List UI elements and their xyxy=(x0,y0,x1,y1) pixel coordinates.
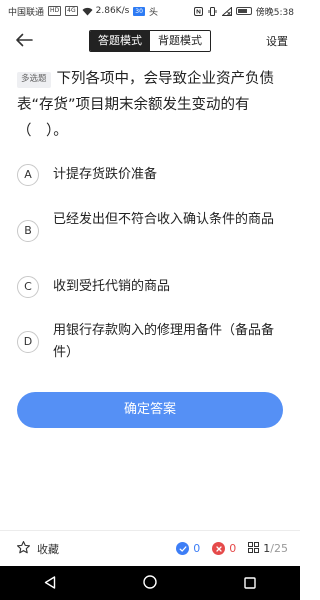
square-recents-icon xyxy=(244,574,256,593)
wifi-icon xyxy=(82,7,93,16)
mode-switch: 答题模式 背题模式 xyxy=(89,30,211,52)
wrong-stat: 0 xyxy=(212,542,236,555)
status-left: 中国联通 HD 4G 2.86K/s 30 头 xyxy=(8,5,158,18)
system-recents-button[interactable] xyxy=(230,566,270,600)
nav-bar: 答题模式 背题模式 设置 xyxy=(0,24,300,58)
question-type-badge: 多选题 xyxy=(17,72,51,88)
option-text: 已经发出但不符合收入确认条件的商品 xyxy=(53,212,275,227)
settings-button[interactable]: 设置 xyxy=(266,33,288,49)
network-speed: 2.86K/s xyxy=(95,6,130,16)
back-button[interactable] xyxy=(12,30,36,52)
total-questions: /25 xyxy=(270,542,288,555)
option-text: 用银行存款购入的修理用备件（备品备件） xyxy=(53,323,275,360)
system-navigation-bar xyxy=(0,566,300,600)
answer-stats: 0 0 1/25 xyxy=(176,541,288,556)
notification-icon: 头 xyxy=(148,7,158,18)
option-letter: B xyxy=(17,220,39,242)
app-notification-icon: 30 xyxy=(133,6,145,16)
circle-home-icon xyxy=(143,574,157,593)
triangle-back-icon xyxy=(44,574,56,593)
confirm-answer-button[interactable]: 确定答案 xyxy=(17,392,283,428)
signal-off-icon xyxy=(221,6,232,16)
system-back-button[interactable] xyxy=(30,566,70,600)
tab-answer-mode[interactable]: 答题模式 xyxy=(90,31,150,51)
question-progress[interactable]: 1/25 xyxy=(248,541,288,556)
vibrate-icon xyxy=(208,6,218,16)
clock: 傍晚5:38 xyxy=(255,7,294,18)
back-arrow-icon xyxy=(15,32,33,51)
question-text: 下列各项中，会导致企业资产负债表“存货”项目期末余额发生变动的有（ ）。 xyxy=(17,71,275,139)
quiz-screen: 中国联通 HD 4G 2.86K/s 30 头 傍晚5:38 答题模式 背题模式… xyxy=(0,0,300,600)
correct-count: 0 xyxy=(193,542,201,555)
tab-memorize-mode[interactable]: 背题模式 xyxy=(150,31,210,51)
option-text: 计提存货跌价准备 xyxy=(53,167,158,182)
grid-icon xyxy=(248,541,260,556)
option-c[interactable]: C 收到受托代销的商品 xyxy=(17,276,287,298)
nfc-icon xyxy=(193,6,204,16)
status-right: 傍晚5:38 xyxy=(193,5,294,18)
carrier-name: 中国联通 xyxy=(8,7,45,18)
favorite-button[interactable]: 收藏 xyxy=(16,540,59,558)
option-b[interactable]: B 已经发出但不符合收入确认条件的商品 xyxy=(17,209,287,242)
question: 多选题 下列各项中，会导致企业资产负债表“存货”项目期末余额发生变动的有（ ）。 xyxy=(17,66,287,144)
option-d[interactable]: D 用银行存款购入的修理用备件（备品备件） xyxy=(17,320,287,364)
system-home-button[interactable] xyxy=(130,566,170,600)
wrong-count: 0 xyxy=(229,542,237,555)
option-letter: C xyxy=(17,276,39,298)
favorite-label: 收藏 xyxy=(37,542,59,556)
network-chip: 4G xyxy=(65,6,78,16)
option-text: 收到受托代销的商品 xyxy=(53,279,171,294)
star-icon xyxy=(16,540,31,558)
bottom-toolbar: 收藏 0 0 1/25 xyxy=(0,530,300,566)
battery-icon xyxy=(235,7,252,15)
status-bar: 中国联通 HD 4G 2.86K/s 30 头 傍晚5:38 xyxy=(0,0,300,22)
check-icon xyxy=(176,542,190,555)
cross-icon xyxy=(212,542,226,555)
option-letter: D xyxy=(17,331,39,353)
option-a[interactable]: A 计提存货跌价准备 xyxy=(17,164,287,186)
option-letter: A xyxy=(17,164,39,186)
hd-chip: HD xyxy=(48,6,62,16)
correct-stat: 0 xyxy=(176,542,200,555)
